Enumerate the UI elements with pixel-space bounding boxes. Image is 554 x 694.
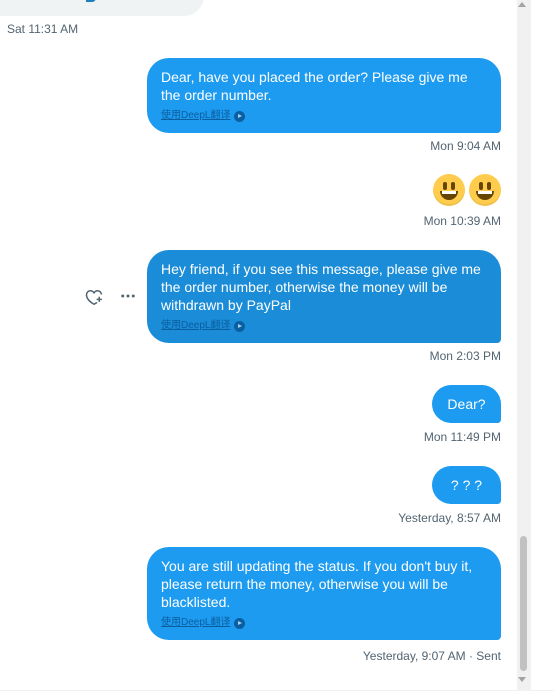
message-timestamp: Yesterday, 8:57 AM [398, 511, 501, 525]
divider [0, 690, 554, 691]
message-text: Dear, have you placed the order? Please … [161, 69, 468, 103]
translate-arrow-icon [234, 320, 246, 332]
scrollbar-thumb[interactable] [520, 536, 527, 671]
message-text: Dear? [447, 396, 486, 412]
message-timestamp: Mon 11:49 PM [423, 430, 501, 444]
message-text: Hey friend, if you see this message, ple… [161, 261, 481, 313]
translate-link-label: 使用DeepL翻译 [161, 320, 231, 331]
message-hover-actions [84, 286, 138, 306]
message-text: You are still updating the status. If yo… [161, 558, 473, 610]
message-timestamp: Mon 2:03 PM [429, 349, 501, 363]
more-dots-icon[interactable] [118, 286, 138, 306]
translate-link-label: 使用DeepL翻译 [161, 110, 231, 121]
translate-link[interactable]: 使用DeepL翻译 [161, 320, 246, 332]
incoming-message-bubble[interactable] [0, 0, 204, 16]
outgoing-message-bubble[interactable]: You are still updating the status. If yo… [147, 547, 501, 640]
message-text: ? ? ? [450, 477, 483, 493]
outgoing-message-bubble[interactable]: ? ? ? [432, 466, 501, 504]
translate-link-label: 使用DeepL翻译 [161, 617, 231, 628]
grinning-face-emoji-icon [469, 174, 501, 206]
message-timestamp: Sat 11:31 AM [7, 22, 79, 36]
message-timestamp: Mon 9:04 AM [430, 139, 501, 153]
translate-arrow-icon [234, 110, 246, 122]
outgoing-message-bubble[interactable]: Dear, have you placed the order? Please … [147, 58, 501, 133]
emoji-message[interactable] [433, 174, 501, 206]
translate-link[interactable]: 使用DeepL翻译 [161, 110, 246, 122]
heart-plus-icon[interactable] [84, 286, 104, 306]
translate-link[interactable]: 使用DeepL翻译 [161, 617, 246, 629]
grinning-face-emoji-icon [433, 174, 465, 206]
message-status-timestamp: Yesterday, 9:07 AM · Sent [362, 649, 501, 663]
scroll-down-arrow-icon[interactable] [518, 677, 526, 682]
translate-arrow-icon [234, 617, 246, 629]
message-timestamp: Mon 10:39 AM [423, 214, 501, 228]
outgoing-message-bubble[interactable]: Dear? [432, 385, 501, 423]
outgoing-message-bubble[interactable]: Hey friend, if you see this message, ple… [147, 250, 501, 343]
scroll-up-arrow-icon[interactable] [518, 2, 526, 7]
message-thread: Sat 11:31 AM Dear, have you placed the o… [0, 0, 516, 694]
incoming-image-fragment [86, 0, 96, 2]
